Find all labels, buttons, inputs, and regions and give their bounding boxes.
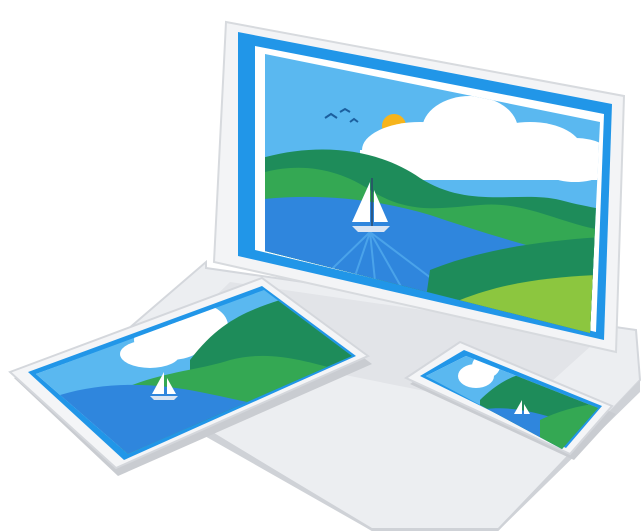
devices-illustration	[0, 0, 641, 531]
devices-svg	[8, 20, 641, 531]
laptop-icon	[90, 20, 641, 531]
